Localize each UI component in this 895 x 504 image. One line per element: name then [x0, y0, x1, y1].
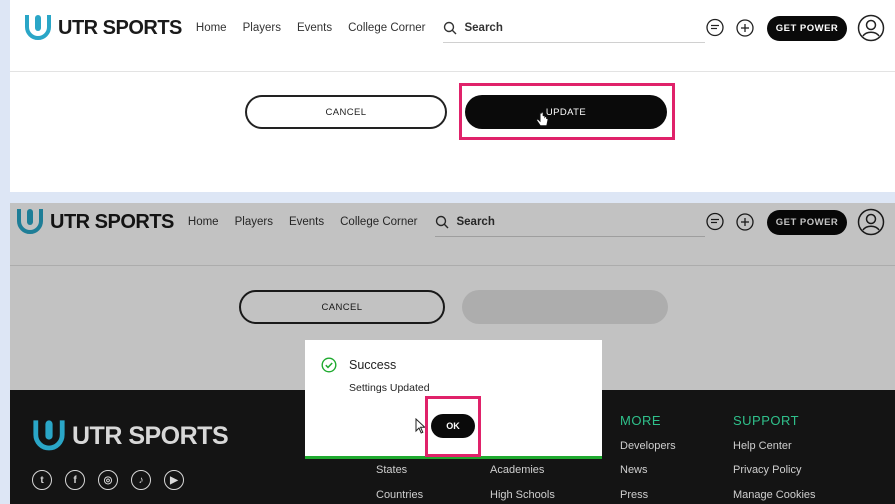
chat-icon[interactable] — [705, 18, 725, 38]
search-icon — [444, 21, 457, 34]
footer-link-countries[interactable]: Countries — [376, 489, 423, 501]
brand-logo[interactable]: UTR SPORTS — [24, 13, 182, 43]
footer-brand-logo[interactable]: UTR SPORTS — [32, 418, 229, 454]
instagram-icon[interactable]: ◎ — [98, 470, 118, 490]
footer-link-news[interactable]: News — [620, 464, 648, 476]
cancel-button[interactable]: CANCEL — [245, 95, 447, 129]
utr-logo-icon — [33, 420, 65, 451]
footer-link-high-schools[interactable]: High Schools — [490, 489, 555, 501]
main-nav: Home Players Events College Corner — [196, 22, 442, 34]
top-navbar: UTR SPORTS Home Players Events College C… — [10, 0, 895, 56]
footer-link-academies[interactable]: Academies — [490, 464, 544, 476]
search-input[interactable]: Search — [443, 13, 705, 43]
check-circle-icon — [321, 357, 337, 373]
user-avatar-icon[interactable] — [857, 14, 885, 42]
highlight-box — [459, 83, 675, 140]
utr-logo-icon — [25, 15, 51, 40]
twitter-icon[interactable]: t — [32, 470, 52, 490]
nav-players[interactable]: Players — [243, 22, 281, 34]
footer-link-privacy-policy[interactable]: Privacy Policy — [733, 464, 801, 476]
social-links: t f ◎ ♪ ▶ — [32, 470, 197, 490]
tiktok-icon[interactable]: ♪ — [131, 470, 151, 490]
dialog-message: Settings Updated — [349, 382, 430, 394]
nav-events[interactable]: Events — [297, 22, 332, 34]
get-power-button[interactable]: GET POWER — [767, 15, 847, 41]
section-divider — [10, 71, 895, 72]
footer-brand-name: UTR SPORTS — [72, 421, 229, 450]
footer-link-states[interactable]: States — [376, 464, 407, 476]
highlight-box — [425, 396, 481, 457]
search-placeholder: Search — [464, 21, 503, 34]
youtube-icon[interactable]: ▶ — [164, 470, 184, 490]
hand-cursor-icon — [536, 112, 549, 127]
facebook-icon[interactable]: f — [65, 470, 85, 490]
nav-college-corner[interactable]: College Corner — [348, 22, 425, 34]
footer-link-developers[interactable]: Developers — [620, 440, 676, 452]
screenshot-step-2: UTR SPORTS Home Players Events College C… — [10, 203, 895, 504]
screenshot-step-1: UTR SPORTS Home Players Events College C… — [10, 0, 895, 192]
header-actions: GET POWER — [705, 14, 885, 42]
brand-name: UTR SPORTS — [58, 16, 182, 39]
footer-heading-support: SUPPORT — [733, 413, 800, 428]
footer-heading-more: MORE — [620, 413, 661, 428]
footer-link-press[interactable]: Press — [620, 489, 648, 501]
dialog-title: Success — [349, 358, 397, 372]
footer-link-manage-cookies[interactable]: Manage Cookies — [733, 489, 816, 501]
footer-link-help-center[interactable]: Help Center — [733, 440, 792, 452]
nav-home[interactable]: Home — [196, 22, 227, 34]
add-icon[interactable] — [735, 18, 755, 38]
